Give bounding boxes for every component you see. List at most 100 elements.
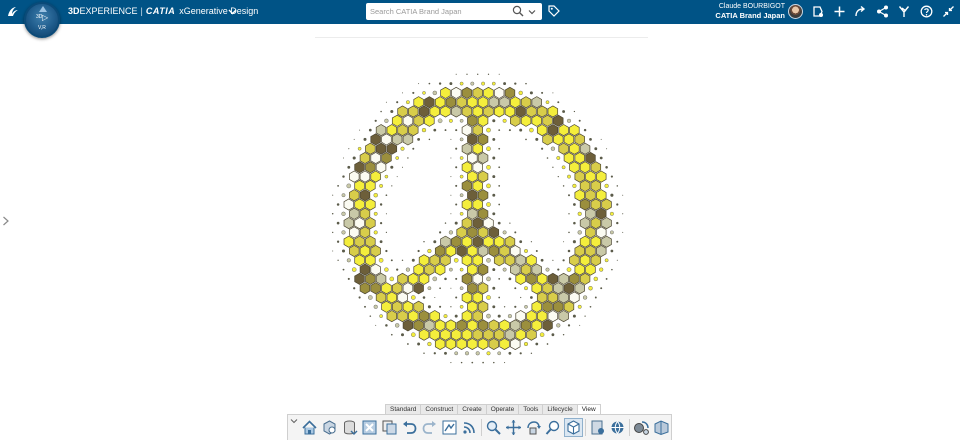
lattice-node bbox=[401, 259, 404, 262]
lattice-cell bbox=[531, 282, 542, 295]
user-info[interactable]: Claude BOURBIGOT CATIA Brand Japan bbox=[715, 3, 785, 21]
lattice-cell bbox=[579, 161, 591, 174]
chevron-down-icon[interactable] bbox=[228, 7, 237, 16]
lattice-node bbox=[594, 147, 598, 151]
pan-icon[interactable] bbox=[505, 419, 522, 436]
render-icon[interactable] bbox=[633, 419, 650, 436]
lattice-node bbox=[390, 165, 394, 169]
lattice-cell bbox=[354, 179, 365, 192]
network-icon[interactable] bbox=[609, 419, 626, 436]
home-view-icon[interactable] bbox=[301, 419, 318, 436]
lattice-node bbox=[573, 110, 576, 113]
library-icon[interactable] bbox=[653, 419, 670, 436]
network-share-icon[interactable] bbox=[876, 5, 889, 18]
lattice-node bbox=[385, 213, 387, 215]
lattice-cell bbox=[590, 254, 602, 267]
lattice-cell bbox=[596, 244, 607, 258]
search-icon[interactable] bbox=[512, 5, 524, 17]
lattice-cell bbox=[402, 114, 414, 127]
lattice-cell bbox=[472, 254, 483, 267]
lattice-cell bbox=[456, 226, 467, 239]
lattice-node bbox=[401, 333, 404, 337]
lattice-cell bbox=[526, 328, 537, 341]
lattice-node bbox=[486, 183, 491, 189]
lattice-node bbox=[557, 175, 559, 178]
lattice-cell bbox=[553, 300, 564, 313]
lattice-cell bbox=[601, 198, 612, 211]
lattice-cell bbox=[477, 319, 489, 332]
zoom-area-icon[interactable] bbox=[545, 419, 562, 436]
lattice-cell bbox=[418, 254, 430, 267]
lattice-node bbox=[541, 91, 544, 94]
collapse-icon[interactable] bbox=[942, 5, 955, 18]
lattice-node bbox=[433, 240, 437, 244]
lattice-node bbox=[497, 221, 501, 225]
lattice-node bbox=[556, 156, 561, 160]
peace-sign-lattice-model[interactable] bbox=[322, 65, 632, 373]
lattice-node bbox=[406, 343, 409, 345]
rss-feed-icon[interactable] bbox=[461, 419, 478, 436]
app-name[interactable]: xGenerative Design bbox=[179, 6, 258, 16]
lattice-cell bbox=[472, 217, 483, 230]
chevron-down-icon[interactable] bbox=[290, 417, 298, 425]
lattice-node bbox=[448, 230, 453, 235]
redo-icon[interactable] bbox=[421, 419, 438, 436]
lattice-node bbox=[385, 101, 387, 103]
save-database-icon[interactable] bbox=[341, 419, 358, 436]
action-bar bbox=[287, 414, 672, 440]
compass-button[interactable]: 3D ▷ V,R bbox=[24, 2, 60, 38]
select-icon[interactable] bbox=[361, 419, 378, 436]
lattice-node bbox=[567, 324, 571, 327]
lattice-node bbox=[455, 277, 458, 280]
rotate-icon[interactable] bbox=[525, 419, 542, 436]
lattice-node bbox=[503, 82, 507, 86]
lattice-cell bbox=[477, 207, 489, 220]
cube-dot-icon[interactable] bbox=[811, 5, 824, 18]
tag-icon[interactable] bbox=[548, 5, 560, 17]
lattice-cell bbox=[547, 124, 559, 137]
search-input[interactable] bbox=[370, 5, 500, 18]
fit-all-icon[interactable] bbox=[321, 419, 338, 436]
lattice-cell bbox=[440, 328, 451, 341]
lattice-cell bbox=[397, 291, 408, 304]
help-icon[interactable] bbox=[920, 5, 933, 18]
lattice-node bbox=[411, 295, 416, 300]
plus-icon[interactable] bbox=[833, 5, 846, 18]
lattice-node bbox=[443, 314, 448, 319]
lattice-node bbox=[384, 118, 389, 123]
chevron-right-icon[interactable] bbox=[2, 216, 10, 226]
lattice-node bbox=[550, 146, 556, 151]
lattice-cell bbox=[424, 114, 435, 127]
lattice-node bbox=[498, 278, 501, 280]
undo-icon[interactable] bbox=[401, 419, 418, 436]
copy-icon[interactable] bbox=[381, 419, 398, 436]
lattice-cell bbox=[467, 207, 478, 220]
lattice-cell bbox=[359, 170, 371, 183]
lattice-node bbox=[450, 138, 452, 140]
brand-separator: | bbox=[140, 6, 143, 16]
lattice-cell bbox=[558, 142, 569, 155]
lattice-cells bbox=[331, 73, 624, 364]
zoom-icon[interactable] bbox=[485, 419, 502, 436]
avatar[interactable] bbox=[788, 4, 803, 19]
lattice-cell bbox=[526, 254, 537, 267]
search-dropdown-icon[interactable] bbox=[528, 8, 536, 16]
lattice-node bbox=[384, 174, 389, 179]
view-cube-icon[interactable] bbox=[564, 418, 583, 437]
lattice-node bbox=[546, 157, 549, 159]
lattice-node bbox=[385, 324, 388, 327]
lattice-node bbox=[535, 342, 539, 346]
properties-icon[interactable] bbox=[589, 419, 606, 436]
compass-y-icon[interactable] bbox=[898, 5, 911, 18]
lattice-node bbox=[609, 211, 614, 216]
lattice-cell bbox=[515, 272, 526, 285]
lattice-node bbox=[492, 119, 496, 123]
ds-logo-icon[interactable] bbox=[5, 4, 21, 20]
lattice-node bbox=[331, 213, 334, 215]
share-arrow-icon[interactable] bbox=[854, 5, 867, 18]
update-icon[interactable] bbox=[441, 419, 458, 436]
lattice-node bbox=[464, 351, 470, 356]
lattice-node bbox=[369, 315, 372, 317]
play-icon[interactable]: ▷ bbox=[42, 13, 48, 22]
lattice-node bbox=[589, 305, 592, 308]
